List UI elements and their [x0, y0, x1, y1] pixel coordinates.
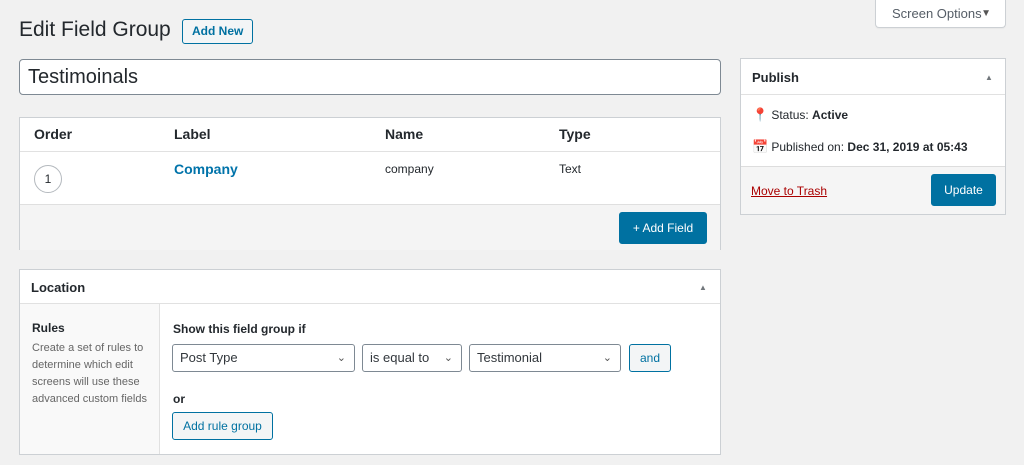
column-order: Order [34, 126, 73, 142]
rule-value-select[interactable]: Testimonial ⌄ [469, 344, 621, 372]
calendar-icon: 📅 [752, 139, 769, 154]
publish-panel: Publish ▲ 📍 Status: Active 📅 Published o… [740, 58, 1006, 215]
rules-description: Create a set of rules to determine which… [32, 342, 147, 405]
caret-down-icon: ▼ [981, 8, 991, 19]
add-rule-group-button[interactable]: Add rule group [172, 412, 273, 440]
table-row: 1 Company company Text [20, 152, 720, 204]
column-name: Name [385, 126, 424, 142]
fields-table-header: Order Label Name Type [20, 118, 720, 152]
rule-param-value: Post Type [180, 350, 238, 365]
column-label: Label [174, 126, 211, 142]
rules-sidebar: Rules Create a set of rules to determine… [20, 304, 160, 454]
rules-label: Rules [32, 321, 65, 335]
field-label-link[interactable]: Company [174, 161, 238, 177]
page-title: Edit Field Group [19, 18, 171, 41]
publish-title: Publish [752, 70, 799, 85]
fields-table: Order Label Name Type 1 Company company … [19, 117, 721, 250]
or-label: or [173, 392, 185, 406]
location-panel: Location ▲ Rules Create a set of rules t… [19, 269, 721, 455]
location-panel-header[interactable]: Location ▲ [20, 270, 720, 304]
triangle-up-icon[interactable]: ▲ [985, 73, 993, 82]
move-to-trash-link[interactable]: Move to Trash [751, 184, 827, 198]
published-line: 📅 Published on: Dec 31, 2019 at 05:43 [752, 139, 968, 155]
rule-value-value: Testimonial [477, 350, 543, 365]
publish-footer: Move to Trash Update [741, 166, 1005, 214]
rule-operator-select[interactable]: is equal to ⌄ [362, 344, 462, 372]
show-if-label: Show this field group if [173, 322, 306, 336]
field-name: company [385, 162, 434, 176]
publish-panel-header[interactable]: Publish ▲ [741, 59, 1005, 95]
location-title: Location [31, 280, 86, 295]
field-order-handle[interactable]: 1 [34, 165, 62, 193]
published-value: Dec 31, 2019 at 05:43 [847, 140, 968, 154]
add-field-button[interactable]: + Add Field [619, 212, 707, 244]
update-button[interactable]: Update [931, 174, 996, 206]
pin-icon: 📍 [752, 107, 769, 122]
chevron-down-icon: ⌄ [336, 352, 346, 364]
add-new-button[interactable]: Add New [182, 19, 254, 44]
published-label: Published on: [771, 140, 845, 154]
status-line: 📍 Status: Active [752, 107, 848, 123]
chevron-down-icon: ⌄ [602, 352, 612, 364]
field-type: Text [559, 162, 582, 176]
screen-options-button[interactable]: Screen Options ▼ [875, 0, 1006, 28]
fields-table-footer: + Add Field [20, 204, 720, 250]
status-value: Active [812, 108, 849, 122]
chevron-down-icon: ⌄ [443, 352, 453, 364]
triangle-up-icon[interactable]: ▲ [699, 283, 707, 292]
and-button[interactable]: and [629, 344, 671, 372]
field-group-title-input[interactable] [19, 59, 721, 95]
rule-param-select[interactable]: Post Type ⌄ [172, 344, 355, 372]
rule-operator-value: is equal to [370, 350, 430, 365]
column-type: Type [559, 126, 591, 142]
status-label: Status: [771, 108, 809, 122]
screen-options-label: Screen Options [892, 6, 982, 21]
